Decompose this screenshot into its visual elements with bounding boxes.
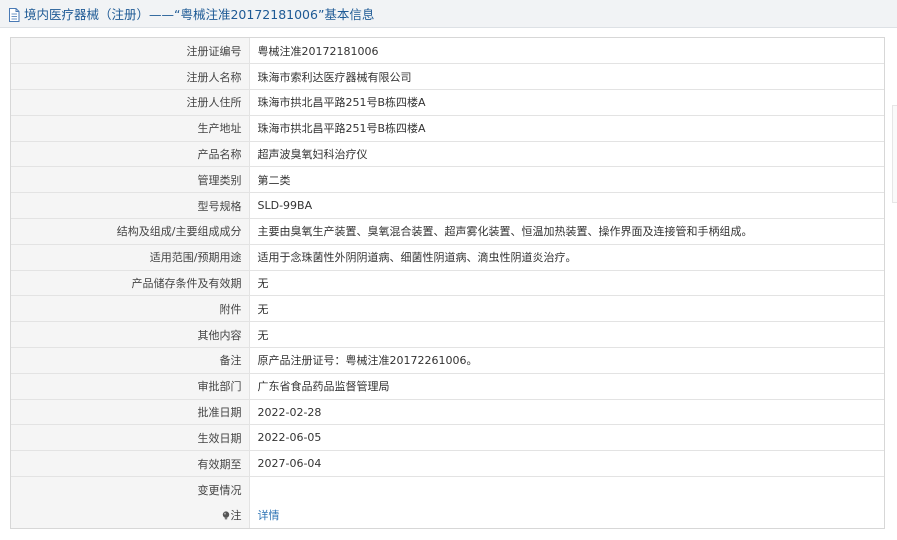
field-value: 2022-06-05 [249,424,884,452]
field-value: SLD-99BA [249,192,884,220]
field-label: 其他内容 [11,321,250,349]
field-label: 批准日期 [11,399,250,426]
table-row: 备注 原产品注册证号：粤械注准20172261006。 [11,347,884,374]
field-label: 型号规格 [11,192,250,220]
field-value: 无 [249,295,884,323]
note-label-cell: 注 [11,502,250,529]
field-value: 广东省食品药品监督管理局 [249,373,884,400]
field-value: 无 [249,321,884,349]
info-table: 注册证编号 粤械注准20172181006 注册人名称 珠海市索利达医疗器械有限公司注… [11,38,884,529]
side-tab-handle[interactable] [892,105,897,203]
field-value: 2022-02-28 [249,399,884,426]
field-value: 超声波臭氧妇科治疗仪 [249,141,884,168]
field-label: 产品储存条件及有效期 [11,270,250,297]
field-value: 无 [249,270,884,297]
field-label: 生效日期 [11,424,250,452]
field-value: 2027-06-04 [249,450,884,478]
field-label: 注册人住所 [11,89,250,116]
field-value: 适用于念珠菌性外阴阴道病、细菌性阴道病、滴虫性阴道炎治疗。 [249,244,884,271]
field-value: 珠海市索利达医疗器械有限公司 [249,63,884,91]
field-value: 原产品注册证号：粤械注准20172261006。 [249,347,884,374]
table-row: 产品名称 超声波臭氧妇科治疗仪 [11,141,884,168]
field-label: 备注 [11,347,250,374]
table-row: 产品储存条件及有效期无 [11,270,884,297]
field-value [249,477,884,503]
field-value: 珠海市拱北昌平路251号B栋四楼A [249,115,884,142]
field-label: 适用范围/预期用途 [11,244,250,271]
field-label: 生产地址 [11,115,250,142]
field-value: 主要由臭氧生产装置、臭氧混合装置、超声雾化装置、恒温加热装置、操作界面及连接管和… [249,218,884,245]
document-icon [8,7,20,22]
table-row: 变更情况 [11,476,884,503]
table-row: 生效日期 2022-06-05 [11,424,884,452]
field-label: 附件 [11,295,250,323]
table-row: 注册证编号 粤械注准20172181006 [11,38,884,65]
field-label: 注册人名称 [11,63,250,91]
table-row: 注册人名称 珠海市索利达医疗器械有限公司 [11,63,884,91]
info-bulb-icon [222,510,230,523]
note-label: 注 [230,509,242,523]
table-row: 结构及组成/主要组成成分 主要由臭氧生产装置、臭氧混合装置、超声雾化装置、恒温加热… [11,218,884,245]
details-link[interactable]: 详情 [258,509,280,522]
page-header: 境内医疗器械（注册）——“粤械注准20172181006”基本信息 [0,0,897,28]
field-label: 产品名称 [11,141,250,168]
field-label: 结构及组成/主要组成成分 [11,218,250,245]
field-label: 审批部门 [11,373,250,400]
table-row: 管理类别 第二类 [11,166,884,194]
table-row: 附件无 [11,295,884,323]
info-panel: 注册证编号 粤械注准20172181006 注册人名称 珠海市索利达医疗器械有限公司注… [10,37,885,530]
field-label: 有效期至 [11,450,250,478]
note-value-cell: 详情 [249,502,884,528]
field-label: 注册证编号 [11,38,250,65]
field-value: 粤械注准20172181006 [249,38,884,65]
table-row: 注册人住所 珠海市拱北昌平路251号B栋四楼A [11,89,884,116]
field-value: 第二类 [249,166,884,194]
table-row-note: 注 详情 [11,502,884,529]
field-value: 珠海市拱北昌平路251号B栋四楼A [249,89,884,116]
table-row: 有效期至 2027-06-04 [11,450,884,478]
table-row: 其他内容无 [11,321,884,349]
field-label: 变更情况 [11,476,250,503]
field-label: 管理类别 [11,166,250,194]
table-row: 型号规格 SLD-99BA [11,192,884,220]
table-row: 审批部门 广东省食品药品监督管理局 [11,373,884,400]
table-row: 生产地址 珠海市拱北昌平路251号B栋四楼A [11,115,884,142]
table-row: 适用范围/预期用途 适用于念珠菌性外阴阴道病、细菌性阴道病、滴虫性阴道炎治疗。 [11,244,884,271]
table-row: 批准日期 2022-02-28 [11,399,884,426]
page-title: 境内医疗器械（注册）——“粤械注准20172181006”基本信息 [24,7,375,22]
